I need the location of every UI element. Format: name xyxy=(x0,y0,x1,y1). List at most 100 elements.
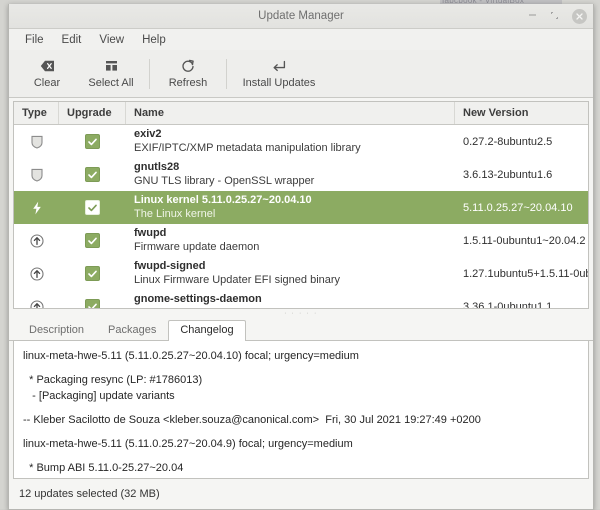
upgrade-checkbox[interactable] xyxy=(85,200,100,215)
row-type-cell xyxy=(14,267,59,281)
table-row[interactable]: gnome-settings-daemon Daemon handling th… xyxy=(14,290,588,308)
package-description: Firmware update daemon xyxy=(134,240,259,254)
menu-bar: File Edit View Help xyxy=(9,29,593,50)
close-button[interactable] xyxy=(572,9,587,24)
package-name: fwupd-signed xyxy=(134,260,206,273)
pane-splitter[interactable]: · · · · · xyxy=(9,309,593,318)
row-version-cell: 5.11.0.25.27~20.04.10 xyxy=(455,202,588,214)
package-description: Daemon handling the GNOME session settin… xyxy=(134,306,365,308)
row-type-cell xyxy=(14,300,59,309)
changelog-spacer xyxy=(23,404,579,412)
refresh-button-label: Refresh xyxy=(169,77,208,89)
row-upgrade-cell[interactable] xyxy=(59,134,126,149)
refresh-icon xyxy=(181,59,195,74)
upgrade-arrow-icon xyxy=(30,300,44,309)
row-version-cell: 1.27.1ubuntu5+1.5.11-0ubuntu xyxy=(455,268,588,280)
column-header-new-version[interactable]: New Version xyxy=(455,102,588,124)
clear-button[interactable]: Clear xyxy=(15,57,79,91)
toolbar-separator-2 xyxy=(226,59,227,89)
row-upgrade-cell[interactable] xyxy=(59,167,126,182)
table-row-selected[interactable]: Linux kernel 5.11.0.25.27~20.04.10 The L… xyxy=(14,191,588,224)
grid-icon xyxy=(105,59,118,74)
changelog-line: -- Kleber Sacilotto de Souza <kleber.sou… xyxy=(23,412,579,428)
upgrade-checkbox[interactable] xyxy=(85,167,100,182)
row-type-cell xyxy=(14,135,59,149)
row-upgrade-cell[interactable] xyxy=(59,266,126,281)
row-upgrade-cell[interactable] xyxy=(59,200,126,215)
package-description: Linux Firmware Updater EFI signed binary xyxy=(134,273,340,287)
row-version-cell: 3.6.13-2ubuntu1.6 xyxy=(455,169,588,181)
row-name-cell: exiv2 EXIF/IPTC/XMP metadata manipulatio… xyxy=(126,128,455,155)
clear-button-label: Clear xyxy=(34,77,60,89)
menu-item-file[interactable]: File xyxy=(16,33,53,47)
package-new-version: 3.6.13-2ubuntu1.6 xyxy=(463,169,552,181)
minimize-button[interactable] xyxy=(528,10,537,22)
shield-icon xyxy=(31,168,43,182)
select-all-button[interactable]: Select All xyxy=(79,57,143,91)
column-header-type[interactable]: Type xyxy=(14,102,59,124)
table-body: exiv2 EXIF/IPTC/XMP metadata manipulatio… xyxy=(14,125,588,308)
row-type-cell xyxy=(14,168,59,182)
table-row[interactable]: fwupd-signed Linux Firmware Updater EFI … xyxy=(14,257,588,290)
row-upgrade-cell[interactable] xyxy=(59,233,126,248)
row-name-cell: gnutls28 GNU TLS library - OpenSSL wrapp… xyxy=(126,161,455,188)
tab-changelog[interactable]: Changelog xyxy=(168,320,245,341)
upgrade-arrow-icon xyxy=(30,234,44,248)
shield-icon xyxy=(31,135,43,149)
changelog-line: * Bump ABI 5.11.0-25.27~20.04 xyxy=(23,460,579,476)
package-new-version: 0.27.2-8ubuntu2.5 xyxy=(463,136,552,148)
upgrade-checkbox[interactable] xyxy=(85,134,100,149)
install-updates-button[interactable]: Install Updates xyxy=(233,57,325,91)
desktop-background: Iabcbook - VirtualBox Update Manager Fil… xyxy=(0,0,600,509)
update-manager-window: Update Manager File Edit View Help xyxy=(8,4,594,510)
row-version-cell: 3.36.1-0ubuntu1.1 xyxy=(455,301,588,309)
upgrade-checkbox[interactable] xyxy=(85,266,100,281)
upgrade-checkbox[interactable] xyxy=(85,299,100,308)
row-type-cell xyxy=(14,201,59,215)
table-row[interactable]: fwupd Firmware update daemon 1.5.11-0ubu… xyxy=(14,224,588,257)
toolbar: Clear Select All xyxy=(9,50,593,98)
tab-description[interactable]: Description xyxy=(17,320,96,340)
changelog-line: * Packaging resync (LP: #1786013) xyxy=(23,372,579,388)
menu-item-view[interactable]: View xyxy=(90,33,133,47)
window-controls xyxy=(528,4,587,28)
table-row[interactable]: exiv2 EXIF/IPTC/XMP metadata manipulatio… xyxy=(14,125,588,158)
row-type-cell xyxy=(14,234,59,248)
backspace-icon xyxy=(40,59,55,74)
package-description: EXIF/IPTC/XMP metadata manipulation libr… xyxy=(134,141,361,155)
changelog-line: linux-meta-hwe-5.11 (5.11.0.25.27~20.04.… xyxy=(23,436,579,452)
status-bar: 12 updates selected (32 MB) xyxy=(9,479,593,509)
menu-item-edit[interactable]: Edit xyxy=(53,33,91,47)
changelog-spacer xyxy=(23,364,579,372)
column-header-name[interactable]: Name xyxy=(126,102,455,124)
package-name: gnutls28 xyxy=(134,161,179,174)
changelog-spacer xyxy=(23,452,579,460)
refresh-button[interactable]: Refresh xyxy=(156,57,220,91)
maximize-button[interactable] xyxy=(550,11,559,22)
package-name: Linux kernel 5.11.0.25.27~20.04.10 xyxy=(134,194,312,207)
row-name-cell: gnome-settings-daemon Daemon handling th… xyxy=(126,293,455,308)
upgrade-checkbox[interactable] xyxy=(85,233,100,248)
package-name: exiv2 xyxy=(134,128,162,141)
row-upgrade-cell[interactable] xyxy=(59,299,126,308)
package-name: fwupd xyxy=(134,227,166,240)
package-new-version: 1.5.11-0ubuntu1~20.04.2 xyxy=(463,235,585,247)
install-updates-button-label: Install Updates xyxy=(243,77,316,89)
status-text: 12 updates selected (32 MB) xyxy=(19,488,160,500)
row-version-cell: 1.5.11-0ubuntu1~20.04.2 xyxy=(455,235,588,247)
package-description: GNU TLS library - OpenSSL wrapper xyxy=(134,174,314,188)
tab-packages[interactable]: Packages xyxy=(96,320,168,340)
changelog-pane[interactable]: linux-meta-hwe-5.11 (5.11.0.25.27~20.04.… xyxy=(13,341,589,479)
row-name-cell: Linux kernel 5.11.0.25.27~20.04.10 The L… xyxy=(126,194,455,221)
column-header-upgrade[interactable]: Upgrade xyxy=(59,102,126,124)
table-header-row: Type Upgrade Name New Version xyxy=(14,102,588,125)
select-all-button-label: Select All xyxy=(88,77,133,89)
changelog-spacer xyxy=(23,428,579,436)
package-description: The Linux kernel xyxy=(134,207,215,221)
window-title: Update Manager xyxy=(258,10,344,22)
toolbar-separator-1 xyxy=(149,59,150,89)
package-name: gnome-settings-daemon xyxy=(134,293,262,306)
package-new-version: 5.11.0.25.27~20.04.10 xyxy=(463,202,573,214)
table-row[interactable]: gnutls28 GNU TLS library - OpenSSL wrapp… xyxy=(14,158,588,191)
menu-item-help[interactable]: Help xyxy=(133,33,175,47)
